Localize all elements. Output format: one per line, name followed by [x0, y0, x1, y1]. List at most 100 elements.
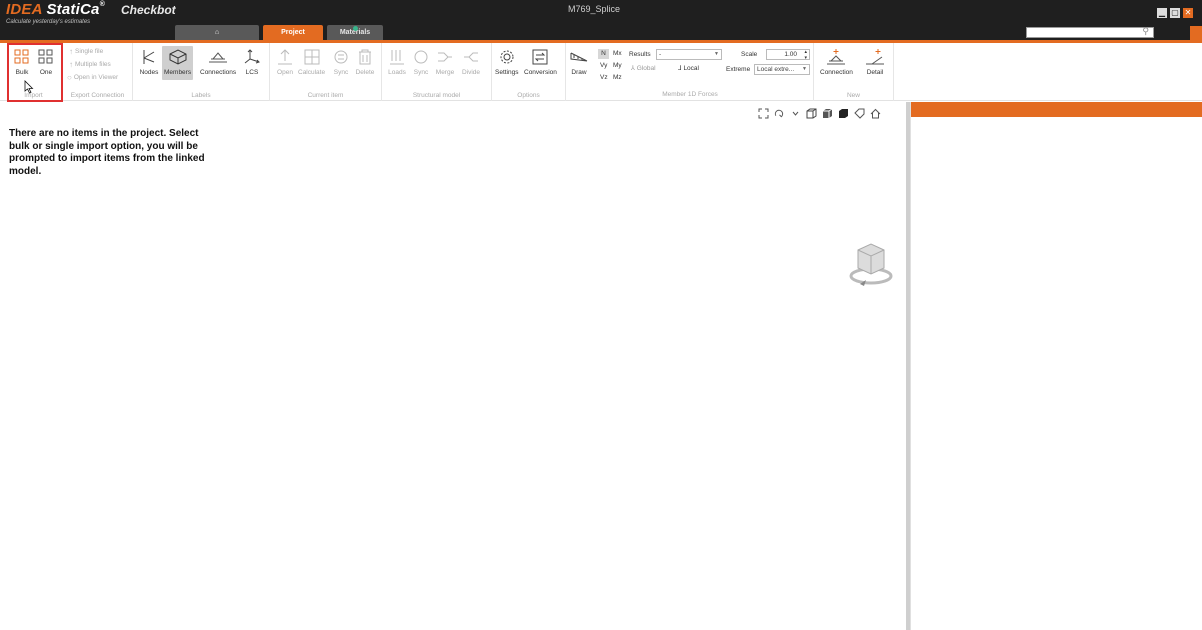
results-dropdown[interactable]: - ▼ [656, 49, 722, 60]
open-in-viewer[interactable]: ○ Open in Viewer [67, 73, 118, 82]
logo-statica: StatiCa [46, 1, 100, 18]
home-view-icon[interactable] [870, 108, 881, 119]
detail-add-icon [864, 46, 886, 68]
view-toolbar [758, 108, 881, 119]
force-n-toggle[interactable]: N [598, 49, 609, 59]
chevron-down-icon: ▼ [802, 66, 807, 72]
sync-item-label: Sync [333, 69, 349, 76]
sync-item-button[interactable]: Sync [330, 46, 352, 76]
global-toggle[interactable]: ⅄ Global [631, 64, 656, 72]
loads-label: Loads [388, 69, 406, 76]
force-mz-toggle[interactable]: Mz [613, 74, 622, 81]
search-icon[interactable]: ⚲ [1142, 26, 1149, 37]
extreme-dropdown[interactable]: Local extre... ▼ [754, 64, 810, 75]
rotate-view-icon[interactable] [774, 108, 785, 119]
open-in-viewer-label: Open in Viewer [73, 74, 119, 81]
merge-label: Merge [435, 69, 455, 76]
group-new: Connection Detail New [814, 43, 894, 101]
force-my-toggle[interactable]: My [613, 62, 622, 69]
open-icon [274, 46, 296, 68]
group-new-label: New [846, 92, 860, 99]
tab-project[interactable]: Project [263, 25, 323, 40]
extreme-label: Extreme [726, 66, 751, 73]
loads-icon [386, 46, 408, 68]
maximize-button[interactable]: ▢ [1170, 8, 1180, 18]
export-multiple-files[interactable]: ↑ Multiple files [69, 60, 111, 69]
tab-materials[interactable]: Materials [327, 25, 383, 40]
home-icon: ⌂ [214, 29, 220, 36]
local-label: Local [683, 65, 699, 72]
sync-model-label: Sync [413, 69, 429, 76]
nodes-icon [138, 46, 160, 68]
wireframe-view-icon[interactable] [806, 108, 817, 119]
minimize-button[interactable]: ▁ [1157, 8, 1167, 18]
conversion-button[interactable]: Conversion [524, 46, 557, 76]
delete-label: Delete [355, 69, 375, 76]
conversion-label: Conversion [524, 69, 557, 76]
settings-button[interactable]: Settings [495, 46, 519, 76]
force-vy-toggle[interactable]: Vy [600, 62, 607, 69]
group-options: Settings Conversion Options [492, 43, 566, 101]
model-viewport[interactable]: There are no items in the project. Selec… [0, 102, 906, 630]
logo-registered: ® [99, 1, 105, 8]
merge-button[interactable]: Merge [434, 46, 456, 76]
conversion-icon [529, 46, 551, 68]
info-corner[interactable] [1190, 26, 1202, 40]
loads-button[interactable]: Loads [386, 46, 408, 76]
sync-model-icon [410, 46, 432, 68]
scale-input[interactable]: 1.00 ▴ ▾ [766, 49, 810, 61]
multiple-files-label: Multiple files [75, 61, 111, 68]
connections-toggle[interactable]: Connections [200, 46, 236, 76]
divide-button[interactable]: Divide [460, 46, 482, 76]
lcs-toggle[interactable]: LCS [241, 46, 263, 76]
force-mx-toggle[interactable]: Mx [613, 50, 622, 57]
sync-icon [330, 46, 352, 68]
open-label: Open [277, 69, 293, 76]
members-toggle[interactable]: Members [162, 46, 194, 80]
draw-button[interactable]: Draw [568, 46, 590, 76]
group-labels: Nodes Members Connections LCS Labels [133, 43, 270, 101]
force-vz-toggle[interactable]: Vz [600, 74, 608, 81]
import-highlight [7, 43, 63, 102]
zoom-fit-icon[interactable] [758, 108, 769, 119]
open-button[interactable]: Open [274, 46, 296, 76]
local-toggle[interactable]: ⅃ Local [678, 64, 699, 72]
nodes-toggle[interactable]: Nodes [138, 46, 160, 76]
stepper-icon[interactable]: ▴ ▾ [804, 49, 807, 61]
results-value: - [659, 51, 662, 58]
draw-diagram-icon [568, 46, 590, 68]
group-export-connection: ↑ Single file ↑ Multiple files ○ Open in Vi… [63, 43, 133, 101]
new-connection-label: Connection [820, 69, 853, 76]
notification-dot [353, 26, 358, 31]
new-connection-button[interactable]: Connection [820, 46, 853, 76]
single-file-label: Single file [75, 48, 104, 55]
new-detail-label: Detail [866, 69, 884, 76]
draw-label: Draw [571, 69, 587, 76]
lcs-axes-icon [241, 46, 263, 68]
chevron-down-icon[interactable] [790, 108, 801, 119]
shaded-view-icon[interactable] [838, 108, 849, 119]
members-label: Members [164, 69, 192, 76]
group-export-label: Export Connection [70, 92, 125, 99]
calculate-icon [301, 46, 323, 68]
tag-view-icon[interactable] [854, 108, 865, 119]
nodes-label: Nodes [139, 69, 159, 76]
export-single-file[interactable]: ↑ Single file [69, 47, 103, 56]
calculate-button[interactable]: Calculate [298, 46, 325, 76]
members-icon [167, 46, 189, 68]
scale-value: 1.00 [784, 51, 797, 58]
extreme-value: Local extre... [757, 66, 795, 73]
solid-view-icon[interactable] [822, 108, 833, 119]
close-button[interactable]: ✕ [1183, 8, 1193, 18]
navigation-cube[interactable] [846, 238, 896, 295]
connections-icon [207, 46, 229, 68]
calculate-label: Calculate [298, 69, 326, 76]
app-name: Checkbot [121, 3, 176, 17]
delete-button[interactable]: Delete [354, 46, 376, 76]
search-input[interactable]: ⚲ [1026, 26, 1154, 38]
new-detail-button[interactable]: Detail [864, 46, 886, 76]
tab-home[interactable]: ⌂ [175, 25, 259, 40]
sync-model-button[interactable]: Sync [410, 46, 432, 76]
logo-idea: IDEA [6, 1, 43, 18]
group-current-item: Open Calculate Sync Delete Current item [270, 43, 382, 101]
